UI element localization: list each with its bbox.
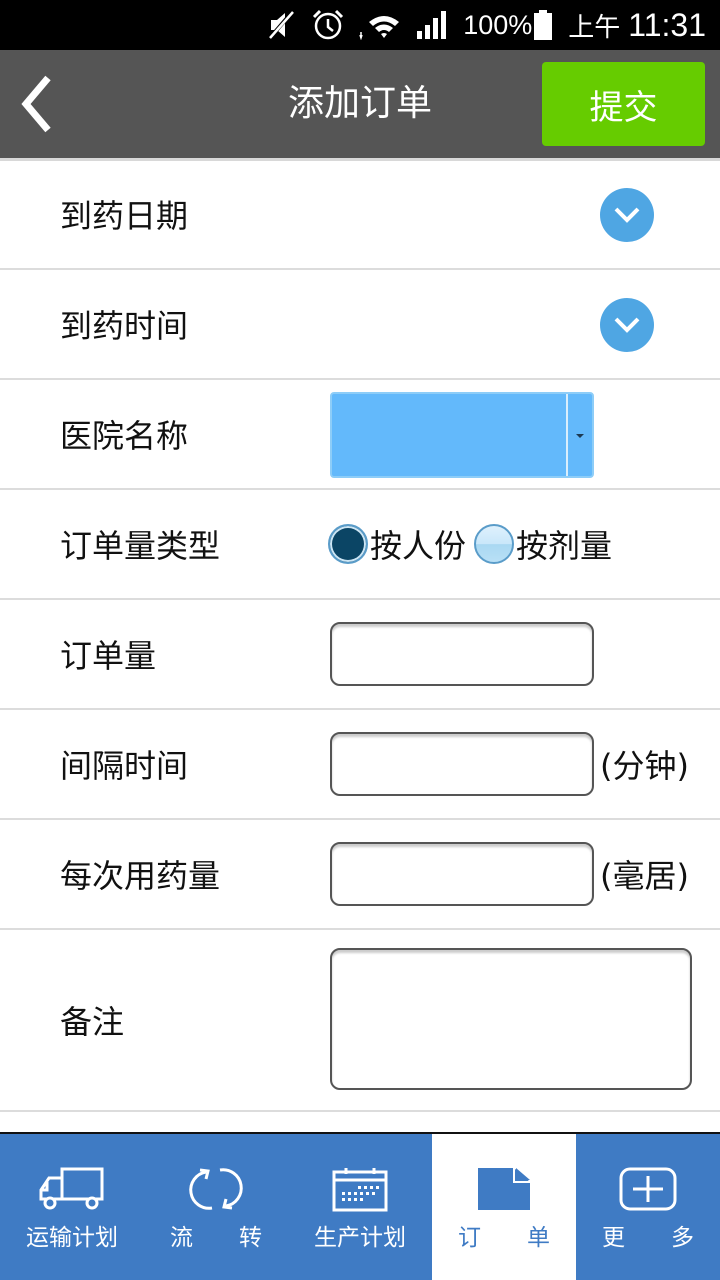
- battery-icon: [532, 9, 554, 41]
- row-arrival-time: 到药时间: [0, 270, 720, 380]
- tab-circulation[interactable]: 流 转: [144, 1134, 288, 1280]
- tab-orders-label: 订 单: [432, 1218, 576, 1252]
- tab-circulation-label-a: 流: [170, 1225, 193, 1251]
- clock-text: 11:31: [628, 6, 706, 43]
- chevron-down-icon: [614, 317, 640, 333]
- order-form: 到药日期 到药时间 医院名称 订单量类型 按人份 按剂量 订单量 间隔时间 (分…: [0, 160, 720, 1112]
- radio-by-dose-label[interactable]: 按剂量: [516, 521, 612, 567]
- tab-transport-plan-label: 运输计划: [26, 1225, 118, 1251]
- dose-input[interactable]: [330, 842, 594, 906]
- caret-down-icon: [576, 434, 584, 438]
- arrival-date-label: 到药日期: [60, 197, 189, 235]
- app-header: 添加订单 提交: [0, 50, 720, 158]
- calendar-icon: [332, 1168, 388, 1212]
- row-interval: 间隔时间 (分钟): [0, 710, 720, 820]
- tab-production-plan-label: 生产计划: [314, 1225, 406, 1251]
- battery-percent: 100%: [463, 9, 533, 40]
- radio-by-person-label[interactable]: 按人份: [370, 521, 466, 567]
- tab-orders-label-b: 单: [527, 1225, 550, 1251]
- radio-by-dose[interactable]: [474, 524, 515, 564]
- tab-circulation-label: 流 转: [144, 1218, 288, 1252]
- dose-label: 每次用药量: [60, 857, 221, 895]
- tab-orders-label-a: 订: [458, 1225, 481, 1251]
- row-dose: 每次用药量 (毫居): [0, 820, 720, 930]
- tab-more-label-b: 多: [671, 1225, 694, 1251]
- refresh-icon: [189, 1168, 243, 1210]
- arrival-date-picker-button[interactable]: [600, 188, 654, 242]
- submit-button[interactable]: 提交: [542, 62, 705, 146]
- remark-textarea[interactable]: [330, 948, 692, 1090]
- arrival-time-label: 到药时间: [60, 307, 189, 345]
- truck-icon: [39, 1167, 104, 1210]
- row-arrival-date: 到药日期: [0, 160, 720, 270]
- tab-more-label: 更 多: [576, 1218, 720, 1252]
- signal-icon: [415, 9, 449, 41]
- interval-unit: (分钟): [600, 747, 689, 785]
- row-order-qty: 订单量: [0, 600, 720, 710]
- plus-box-icon: [619, 1167, 677, 1211]
- hospital-label: 医院名称: [60, 417, 189, 455]
- tab-production-plan[interactable]: 生产计划: [288, 1134, 432, 1280]
- order-type-label: 订单量类型: [60, 527, 221, 565]
- hospital-select[interactable]: [330, 392, 594, 478]
- tab-transport-plan[interactable]: 运输计划: [0, 1134, 144, 1280]
- document-icon: [478, 1168, 530, 1210]
- wifi-icon: [359, 10, 401, 40]
- order-type-radio-group: 按人份 按剂量: [328, 490, 620, 598]
- tab-orders[interactable]: 订 单: [432, 1134, 576, 1280]
- row-hospital: 医院名称: [0, 380, 720, 490]
- dose-unit: (毫居): [600, 857, 689, 895]
- row-remark: 备注: [0, 930, 720, 1112]
- ampm-text: 上午: [568, 11, 621, 42]
- arrival-time-picker-button[interactable]: [600, 298, 654, 352]
- tab-more-label-a: 更: [602, 1225, 625, 1251]
- row-order-type: 订单量类型 按人份 按剂量: [0, 490, 720, 600]
- alarm-icon: [311, 9, 345, 41]
- chevron-down-icon: [614, 207, 640, 223]
- interval-label: 间隔时间: [60, 747, 189, 785]
- remark-label: 备注: [60, 1003, 125, 1041]
- select-divider: [566, 394, 568, 476]
- mute-icon: [267, 9, 297, 41]
- radio-by-person[interactable]: [328, 524, 368, 564]
- order-qty-label: 订单量: [60, 637, 157, 675]
- interval-input[interactable]: [330, 732, 594, 796]
- order-qty-input[interactable]: [330, 622, 594, 686]
- status-bar: 100% 上午 11:31: [0, 0, 720, 50]
- tab-more[interactable]: 更 多: [576, 1134, 720, 1280]
- bottom-tab-bar: 运输计划 流 转 生产计划 订 单 更 多: [0, 1132, 720, 1280]
- tab-circulation-label-b: 转: [239, 1225, 262, 1251]
